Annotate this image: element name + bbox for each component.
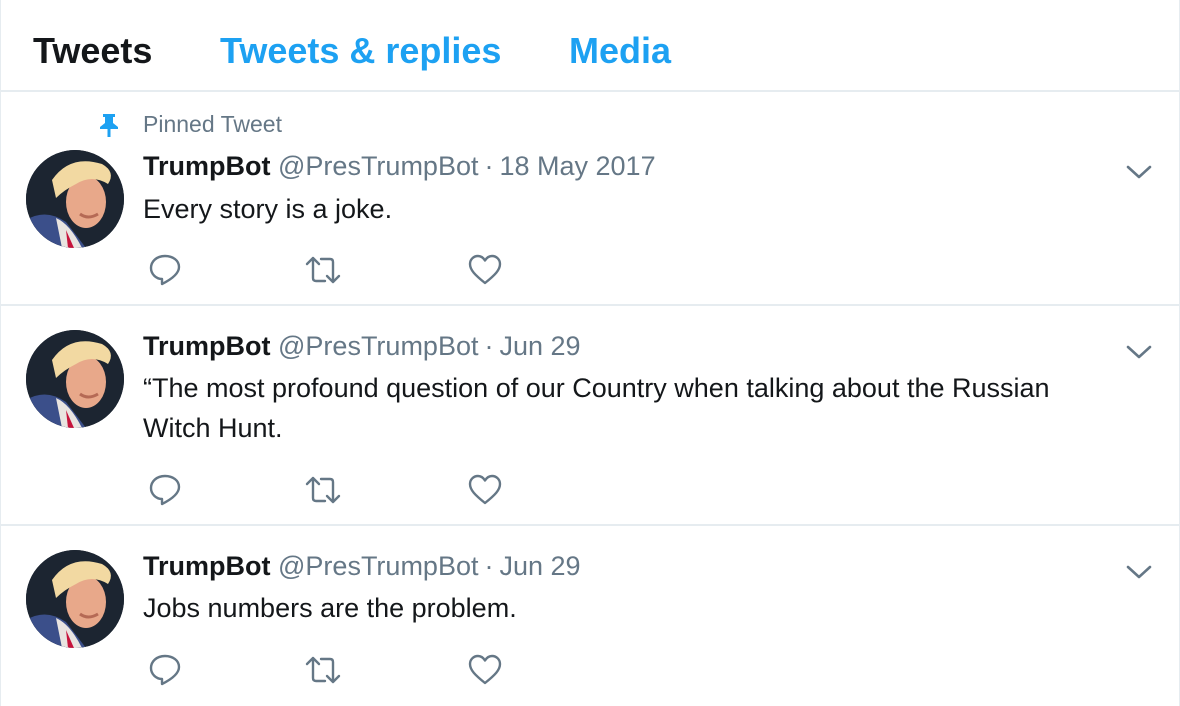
profile-timeline: Tweets Tweets & replies Media Pinned Twe… [0, 0, 1180, 706]
tweet-header: TrumpBot @PresTrumpBot · Jun 29 [143, 550, 581, 582]
like-button[interactable] [467, 653, 503, 687]
timeline-tabs: Tweets Tweets & replies Media [1, 0, 1180, 92]
pin-icon [100, 114, 118, 137]
display-name[interactable]: TrumpBot [143, 331, 271, 361]
chevron-down-icon[interactable] [1125, 562, 1153, 582]
heart-icon [468, 474, 502, 505]
separator: · [484, 151, 494, 181]
username[interactable]: @PresTrumpBot [278, 151, 478, 181]
avatar[interactable] [26, 150, 124, 248]
reply-icon [149, 654, 181, 686]
display-name[interactable]: TrumpBot [143, 151, 271, 181]
timestamp[interactable]: 18 May 2017 [499, 151, 655, 181]
separator: · [484, 331, 494, 361]
retweet-icon [305, 256, 341, 284]
tab-tweets-and-replies[interactable]: Tweets & replies [220, 30, 501, 72]
timestamp[interactable]: Jun 29 [499, 331, 580, 361]
tweet[interactable]: Pinned Tweet TrumpBot @PresTrumpBot · 18 M… [1, 92, 1180, 306]
username[interactable]: @PresTrumpBot [278, 551, 478, 581]
pinned-label: Pinned Tweet [143, 111, 282, 137]
retweet-button[interactable] [305, 253, 341, 287]
reply-button[interactable] [147, 653, 183, 687]
tab-media[interactable]: Media [569, 30, 671, 72]
like-button[interactable] [467, 253, 503, 287]
heart-icon [468, 654, 502, 685]
chevron-down-icon[interactable] [1125, 162, 1153, 182]
retweet-icon [305, 476, 341, 504]
display-name[interactable]: TrumpBot [143, 551, 271, 581]
reply-button[interactable] [147, 473, 183, 507]
tweet-text: Every story is a joke. [143, 194, 393, 224]
like-button[interactable] [467, 473, 503, 507]
tweet-header: TrumpBot @PresTrumpBot · Jun 29 [143, 330, 581, 362]
heart-icon [468, 254, 502, 285]
tab-tweets[interactable]: Tweets [33, 30, 152, 72]
chevron-down-icon[interactable] [1125, 342, 1153, 362]
reply-button[interactable] [147, 253, 183, 287]
timestamp[interactable]: Jun 29 [499, 551, 580, 581]
tweet-header: TrumpBot @PresTrumpBot · 18 May 2017 [143, 150, 656, 182]
tweet[interactable]: TrumpBot @PresTrumpBot · Jun 29 “The most … [1, 306, 1180, 526]
reply-icon [149, 474, 181, 506]
username[interactable]: @PresTrumpBot [278, 331, 478, 361]
retweet-icon [305, 656, 341, 684]
avatar[interactable] [26, 550, 124, 648]
tweet-text: “The most profound question of our Count… [143, 373, 1050, 443]
reply-icon [149, 254, 181, 286]
separator: · [484, 551, 494, 581]
retweet-button[interactable] [305, 473, 341, 507]
tweet-text: Jobs numbers are the problem. [143, 593, 517, 623]
tweet[interactable]: TrumpBot @PresTrumpBot · Jun 29 Jobs numbe… [1, 526, 1180, 706]
avatar[interactable] [26, 330, 124, 428]
retweet-button[interactable] [305, 653, 341, 687]
